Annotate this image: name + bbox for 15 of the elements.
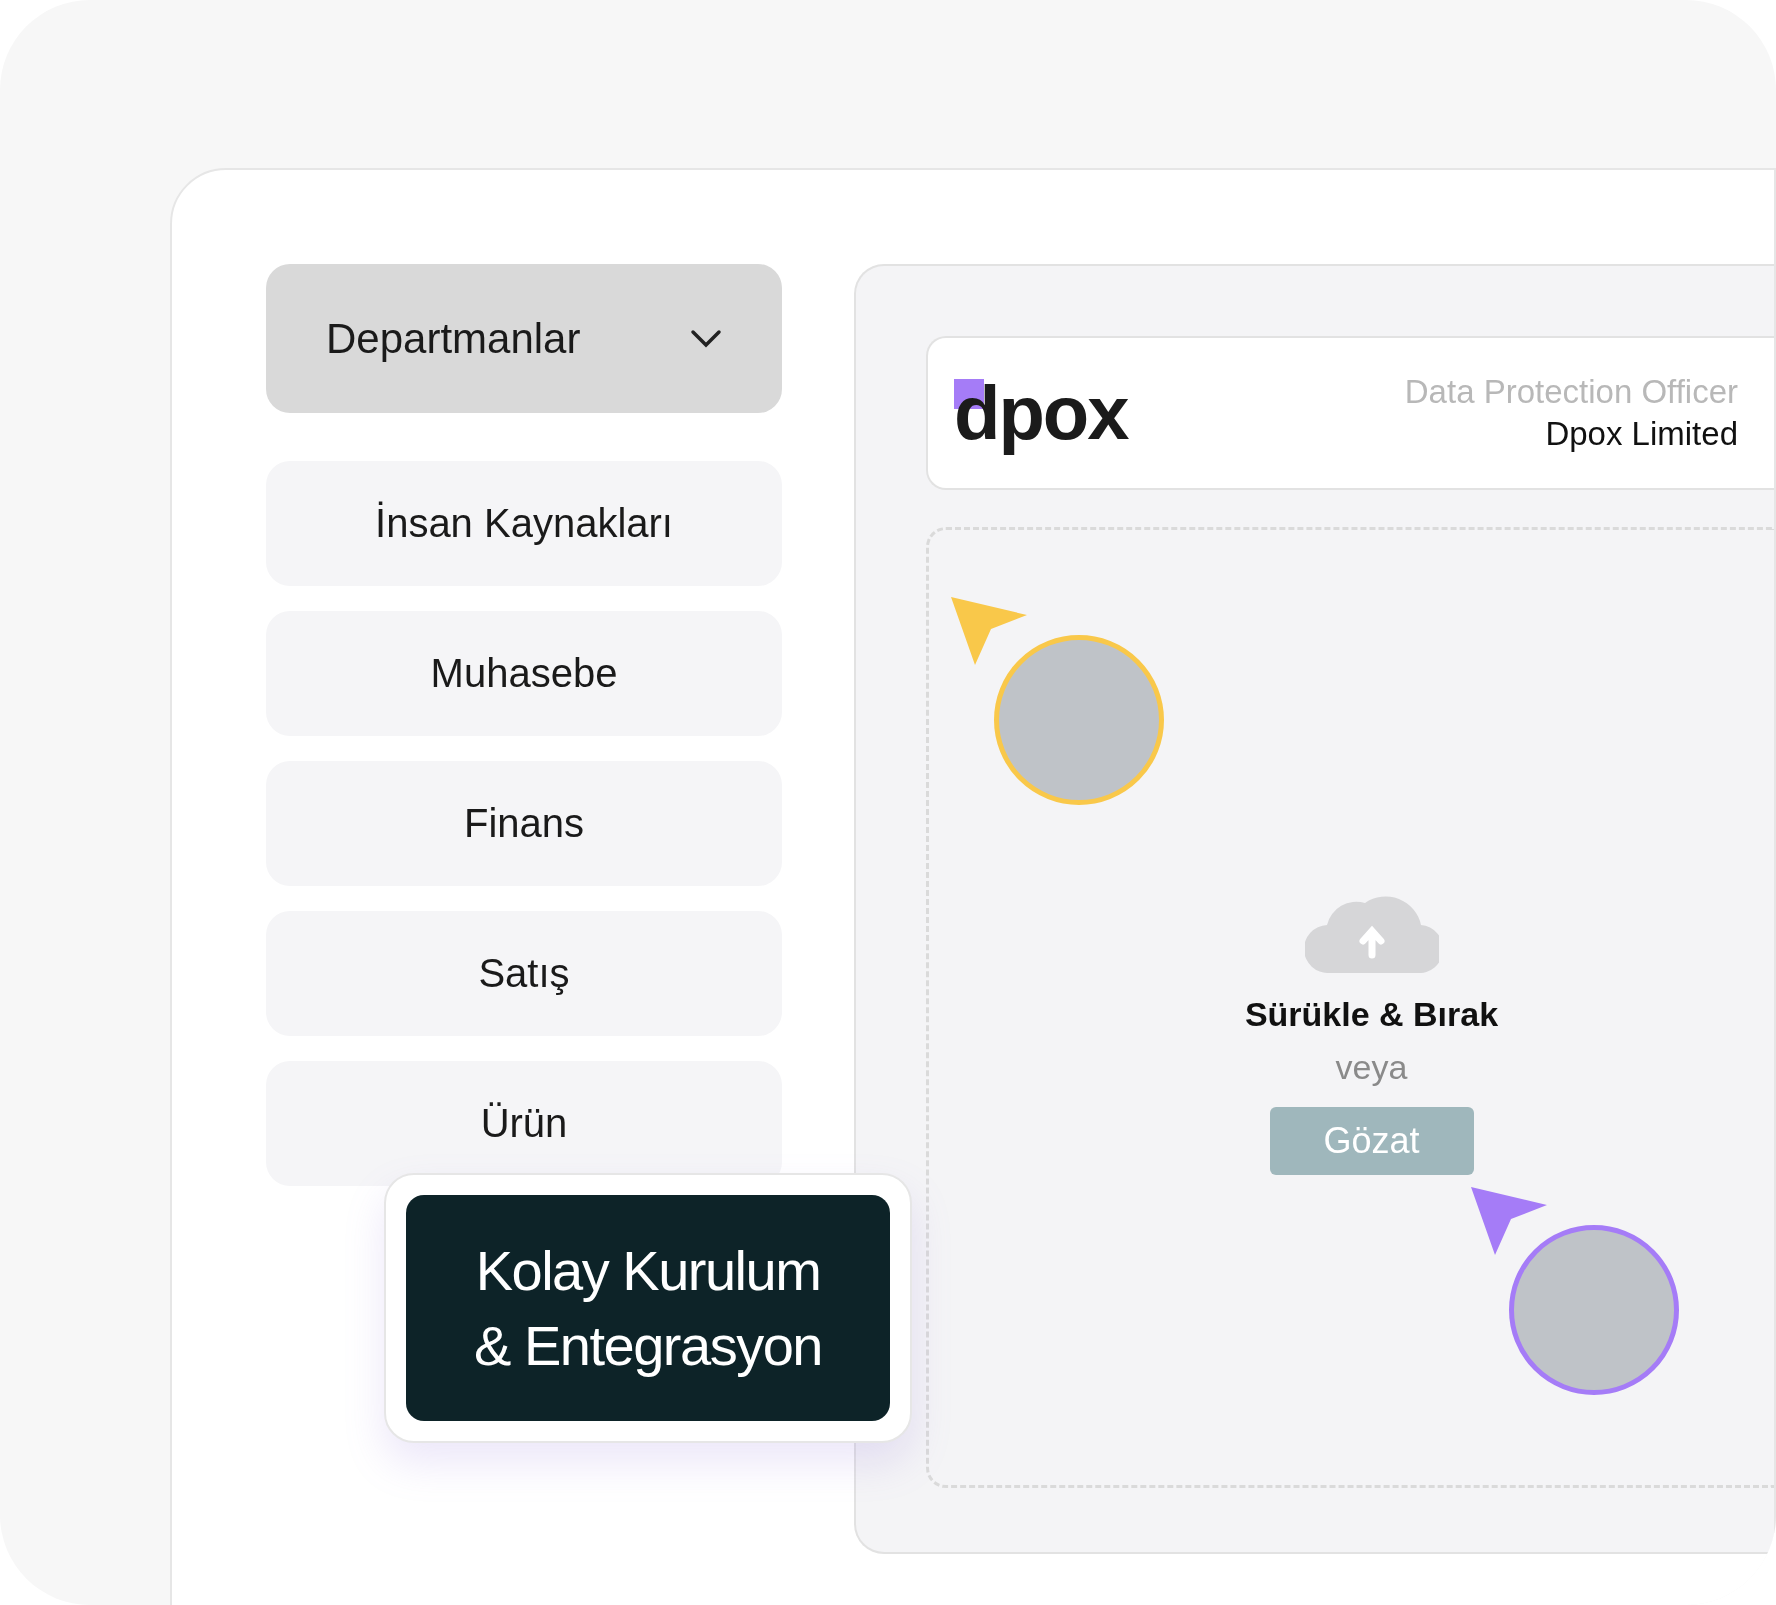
department-item[interactable]: Finans [266, 761, 782, 886]
or-text: veya [1335, 1047, 1408, 1087]
company-name: Dpox Limited [1545, 415, 1738, 453]
chevron-down-icon [690, 328, 722, 349]
role-text: Data Protection Officer [1404, 373, 1738, 411]
department-dropdown[interactable]: Departmanlar [266, 264, 782, 413]
department-item[interactable]: İnsan Kaynakları [266, 461, 782, 586]
banner-text: & Entegrasyon [474, 1313, 822, 1379]
department-item[interactable]: Ürün [266, 1061, 782, 1186]
drag-drop-title: Sürükle & Bırak [1244, 994, 1499, 1034]
banner-text: Kolay Kurulum [475, 1237, 821, 1304]
drop-zone[interactable]: Sürükle & Bırak veya Gözat [926, 527, 1774, 1488]
department-item[interactable]: Satış [266, 911, 782, 1036]
department-item[interactable]: Muhasebe [266, 611, 782, 736]
logo: dpox [954, 373, 1128, 453]
